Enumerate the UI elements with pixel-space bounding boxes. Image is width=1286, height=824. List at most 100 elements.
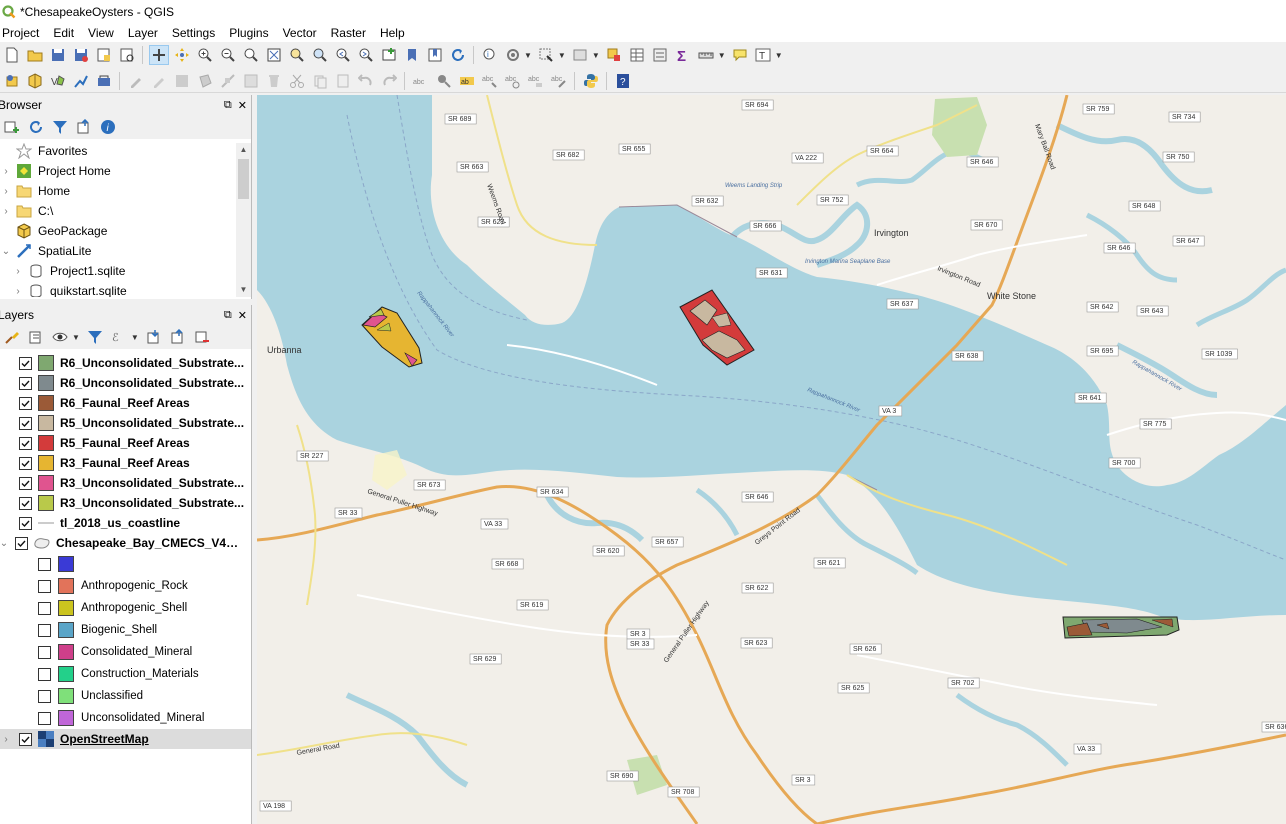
category-checkbox[interactable]: [38, 689, 51, 703]
close-icon[interactable]: ✕: [238, 309, 247, 322]
browser-item-quikstart-sqlite[interactable]: › quikstart.sqlite: [0, 281, 236, 297]
close-icon[interactable]: ✕: [238, 99, 247, 112]
save-edits-icon[interactable]: [172, 71, 192, 91]
help-contents-icon[interactable]: ?: [613, 71, 633, 91]
expand-icon[interactable]: ›: [0, 734, 12, 745]
float-panel-icon[interactable]: ⧉: [224, 99, 232, 112]
digitize-line-icon[interactable]: [71, 71, 91, 91]
save-project-icon[interactable]: [48, 45, 68, 65]
category-swatch[interactable]: [58, 622, 74, 638]
new-geopackage-layer-icon[interactable]: [25, 71, 45, 91]
collapse-all-icon[interactable]: [168, 327, 188, 347]
expand-icon[interactable]: ›: [0, 206, 12, 217]
identify-features-icon[interactable]: i: [480, 45, 500, 65]
info-icon[interactable]: i: [98, 117, 118, 137]
zoom-next-icon[interactable]: [356, 45, 376, 65]
menu-view[interactable]: View: [86, 26, 121, 40]
highlight-labels-icon[interactable]: ab: [457, 71, 477, 91]
layer-visibility-checkbox[interactable]: [19, 416, 32, 430]
new-shapefile-layer-icon[interactable]: V: [48, 71, 68, 91]
layer-symbol-swatch[interactable]: [38, 355, 54, 371]
category-row[interactable]: Unclassified: [0, 685, 251, 707]
new-map-view-icon[interactable]: [379, 45, 399, 65]
manage-map-themes-icon[interactable]: [50, 327, 70, 347]
category-row[interactable]: Anthropogenic_Shell: [0, 597, 251, 619]
category-row[interactable]: Anthropogenic_Rock: [0, 575, 251, 597]
category-swatch[interactable]: [58, 644, 74, 660]
layer-symbol-swatch[interactable]: [38, 435, 54, 451]
modify-attributes-icon[interactable]: [241, 71, 261, 91]
expand-icon[interactable]: ›: [0, 186, 12, 197]
layer-visibility-checkbox[interactable]: [19, 516, 32, 530]
expand-all-icon[interactable]: [144, 327, 164, 347]
category-swatch[interactable]: [58, 556, 74, 572]
layer-visibility-checkbox[interactable]: [19, 356, 32, 370]
layer-symbol-swatch[interactable]: [38, 495, 54, 511]
layer-row[interactable]: R6_Unconsolidated_Substrate...: [0, 353, 251, 373]
layer-visibility-checkbox[interactable]: [19, 732, 32, 746]
layer-row-openstreetmap[interactable]: › OpenStreetMap: [0, 729, 251, 749]
filter-by-expression-icon[interactable]: ℰ: [109, 327, 129, 347]
field-calculator-icon[interactable]: [650, 45, 670, 65]
copy-features-icon[interactable]: [310, 71, 330, 91]
browser-item-project-home[interactable]: › Project Home: [0, 161, 236, 181]
map-canvas[interactable]: Irvington White Stone Urbanna Weems Land…: [257, 95, 1286, 824]
layer-row[interactable]: R5_Unconsolidated_Substrate...: [0, 413, 251, 433]
map-tips-icon[interactable]: [730, 45, 750, 65]
gps-tools-icon[interactable]: [94, 71, 114, 91]
collapse-icon[interactable]: ⌄: [0, 538, 10, 549]
expand-icon[interactable]: ›: [0, 166, 12, 177]
zoom-to-layer-icon[interactable]: [310, 45, 330, 65]
layout-manager-icon[interactable]: [117, 45, 137, 65]
python-console-icon[interactable]: [581, 71, 601, 91]
category-checkbox[interactable]: [38, 601, 51, 615]
layer-visibility-checkbox[interactable]: [19, 376, 32, 390]
zoom-last-icon[interactable]: [333, 45, 353, 65]
zoom-native-icon[interactable]: [241, 45, 261, 65]
delete-selected-icon[interactable]: [264, 71, 284, 91]
deselect-features-icon[interactable]: [604, 45, 624, 65]
chevron-down-icon[interactable]: ▼: [558, 51, 566, 60]
menu-plugins[interactable]: Plugins: [227, 26, 275, 40]
open-layer-styling-icon[interactable]: [2, 327, 22, 347]
zoom-full-icon[interactable]: [264, 45, 284, 65]
layer-visibility-checkbox[interactable]: [15, 536, 28, 550]
category-row[interactable]: [0, 553, 251, 575]
toggle-editing-icon[interactable]: [149, 71, 169, 91]
category-row[interactable]: Unconsolidated_Mineral: [0, 707, 251, 729]
redo-icon[interactable]: [379, 71, 399, 91]
refresh-icon[interactable]: [26, 117, 46, 137]
category-checkbox[interactable]: [38, 557, 51, 571]
add-feature-icon[interactable]: [195, 71, 215, 91]
expand-icon[interactable]: ›: [12, 286, 24, 297]
rotate-label-icon[interactable]: abc: [503, 71, 523, 91]
layer-symbol-swatch[interactable]: [38, 395, 54, 411]
collapse-icon[interactable]: ⌄: [0, 246, 12, 257]
add-layer-icon[interactable]: [2, 117, 22, 137]
browser-item-spatialite[interactable]: ⌄ SpatiaLite: [0, 241, 236, 261]
paste-features-icon[interactable]: [333, 71, 353, 91]
float-panel-icon[interactable]: ⧉: [224, 309, 232, 322]
layer-row[interactable]: R3_Unconsolidated_Substrate...: [0, 473, 251, 493]
polygon-layer-icon[interactable]: [34, 535, 50, 551]
refresh-icon[interactable]: [448, 45, 468, 65]
layer-visibility-checkbox[interactable]: [19, 396, 32, 410]
layer-row[interactable]: R3_Unconsolidated_Substrate...: [0, 493, 251, 513]
filter-legend-icon[interactable]: [85, 327, 105, 347]
vertex-tool-icon[interactable]: [218, 71, 238, 91]
scroll-down-icon[interactable]: ▼: [236, 283, 251, 297]
statistics-sigma-icon[interactable]: Σ: [673, 45, 693, 65]
browser-item-favorites[interactable]: Favorites: [0, 143, 236, 161]
measure-line-icon[interactable]: [696, 45, 716, 65]
expand-icon[interactable]: ›: [12, 266, 24, 277]
chevron-down-icon[interactable]: ▼: [72, 333, 80, 342]
label-toolbar-icon[interactable]: abc: [411, 71, 431, 91]
layer-symbol-swatch[interactable]: [38, 375, 54, 391]
reef-polygon-r6[interactable]: [1062, 616, 1180, 639]
layer-visibility-checkbox[interactable]: [19, 496, 32, 510]
filter-icon[interactable]: [50, 117, 70, 137]
zoom-in-icon[interactable]: [195, 45, 215, 65]
menu-vector[interactable]: Vector: [281, 26, 324, 40]
layer-row[interactable]: R3_Faunal_Reef Areas: [0, 453, 251, 473]
category-swatch[interactable]: [58, 710, 74, 726]
